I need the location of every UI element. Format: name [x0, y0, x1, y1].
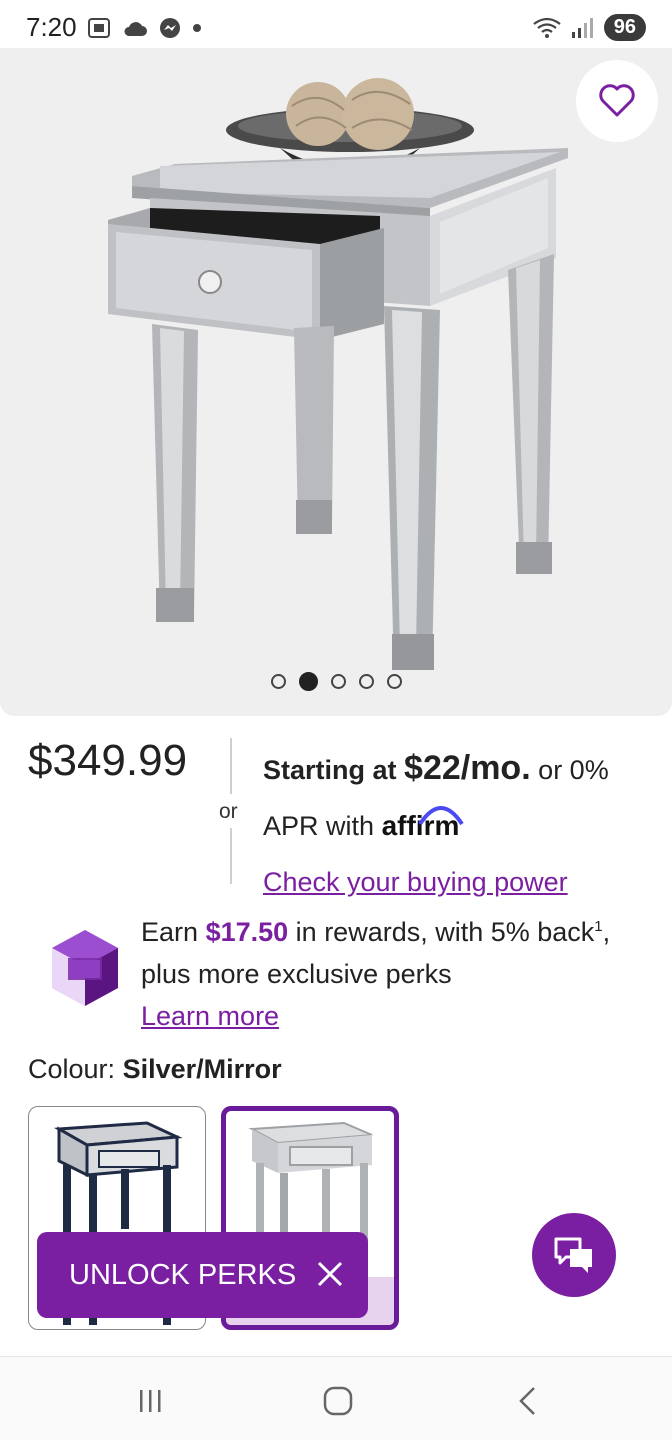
rewards-amount: $17.50: [205, 917, 289, 947]
heart-icon: [599, 84, 635, 117]
unlock-perks-banner[interactable]: UNLOCK PERKS: [37, 1232, 368, 1318]
carousel-indicators: [0, 672, 672, 691]
carousel-dot[interactable]: [270, 674, 286, 689]
or-label: or: [219, 800, 238, 823]
screenshot-icon: [88, 18, 110, 38]
colour-label: Colour: Silver/Mirror: [28, 1054, 282, 1085]
status-left-icons: [86, 16, 202, 40]
status-time: 7:20: [26, 12, 77, 42]
product-image: [108, 78, 568, 670]
recent-apps-button[interactable]: [130, 1381, 170, 1421]
messenger-icon: [160, 18, 180, 38]
favorite-button[interactable]: [576, 60, 658, 142]
rewards-comma: ,: [602, 917, 611, 947]
monthly-price: $22/mo.: [404, 749, 531, 787]
system-nav-bar: [0, 1356, 672, 1440]
carousel-dot[interactable]: [386, 674, 402, 689]
colour-selected-value: Silver/Mirror: [122, 1054, 282, 1084]
home-icon: [323, 1386, 353, 1416]
back-button[interactable]: [508, 1381, 548, 1421]
home-button[interactable]: [318, 1381, 358, 1421]
rewards-footnote: 1: [594, 918, 603, 935]
close-icon[interactable]: [314, 1258, 346, 1290]
carousel-dot[interactable]: [330, 674, 346, 689]
product-price: $349.99: [28, 736, 188, 785]
chat-button[interactable]: [532, 1213, 616, 1297]
cloud-icon: [124, 22, 147, 36]
carousel-dot[interactable]: [358, 674, 374, 689]
learn-more-link[interactable]: Learn more: [141, 1001, 279, 1031]
carousel-dot-active[interactable]: [298, 672, 318, 691]
rewards-line-2: plus more exclusive perks: [141, 959, 452, 989]
financing-block: Starting at $22/mo. or 0% APR with affir…: [263, 740, 653, 910]
product-image-carousel[interactable]: [0, 48, 672, 716]
affirm-logo: affirm: [382, 806, 464, 841]
battery-indicator: 96: [603, 14, 646, 41]
check-buying-power-link[interactable]: Check your buying power: [263, 867, 568, 897]
price-divider-bottom: [230, 828, 232, 884]
apr-line: APR with: [263, 811, 375, 841]
apr-suffix: or 0%: [538, 755, 609, 785]
starting-at-label: Starting at: [263, 755, 397, 785]
affirm-arc-icon: [417, 806, 464, 826]
rewards-gem-icon: [52, 930, 118, 1006]
chat-bubbles-icon: [554, 1237, 592, 1273]
signal-icon: [571, 17, 593, 38]
price-divider-top: [230, 738, 232, 794]
rewards-block: Earn $17.50 in rewards, with 5% back1, p…: [141, 906, 641, 1037]
recent-apps-icon: [140, 1390, 161, 1412]
status-right-icons: 96: [532, 14, 646, 41]
unlock-perks-label: UNLOCK PERKS: [69, 1258, 297, 1291]
rewards-earn: Earn: [141, 917, 199, 947]
colour-label-text: Colour:: [28, 1054, 116, 1084]
rewards-text: in rewards, with 5% back: [295, 917, 595, 947]
back-icon: [519, 1387, 535, 1415]
financing-line-3: Check your buying power: [263, 854, 653, 910]
financing-line-1: Starting at $22/mo. or 0%: [263, 740, 653, 798]
wifi-icon: [533, 17, 561, 38]
dot-icon: [193, 24, 201, 32]
financing-line-2: APR with affirm: [263, 798, 653, 854]
rewards-line-1: Earn $17.50 in rewards, with 5% back1,: [141, 906, 641, 953]
